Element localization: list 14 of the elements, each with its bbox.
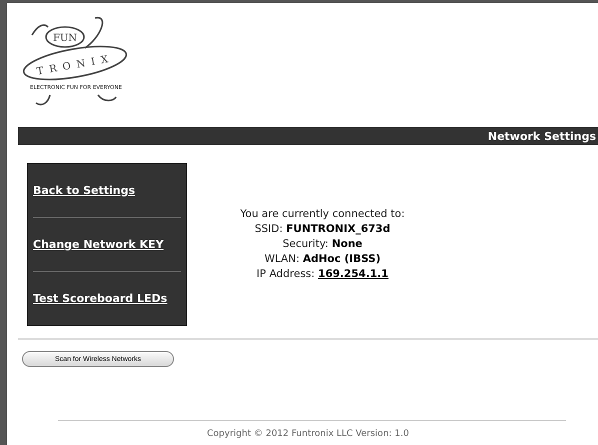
field-label: SSID: — [254, 223, 283, 235]
sidebar-link[interactable]: Change Network KEY — [33, 218, 181, 272]
field-value: None — [332, 238, 362, 250]
field-label: Security: — [282, 238, 328, 250]
header-bar: Network Settings — [18, 127, 598, 145]
connection-heading: You are currently connected to: — [240, 207, 405, 222]
field-label: WLAN: — [264, 253, 300, 265]
sidebar-link[interactable]: Back to Settings — [33, 164, 181, 218]
field-value: FUNTRONIX_673d — [286, 223, 390, 235]
field-label: IP Address: — [256, 268, 315, 280]
sidebar-link[interactable]: Test Scoreboard LEDs — [33, 272, 181, 325]
field-value: AdHoc (IBSS) — [302, 253, 381, 265]
ip-address-link[interactable]: 169.254.1.1 — [318, 268, 388, 280]
copyright-text: Copyright © 2012 Funtronix LLC Version: 1.0 — [206, 428, 410, 441]
